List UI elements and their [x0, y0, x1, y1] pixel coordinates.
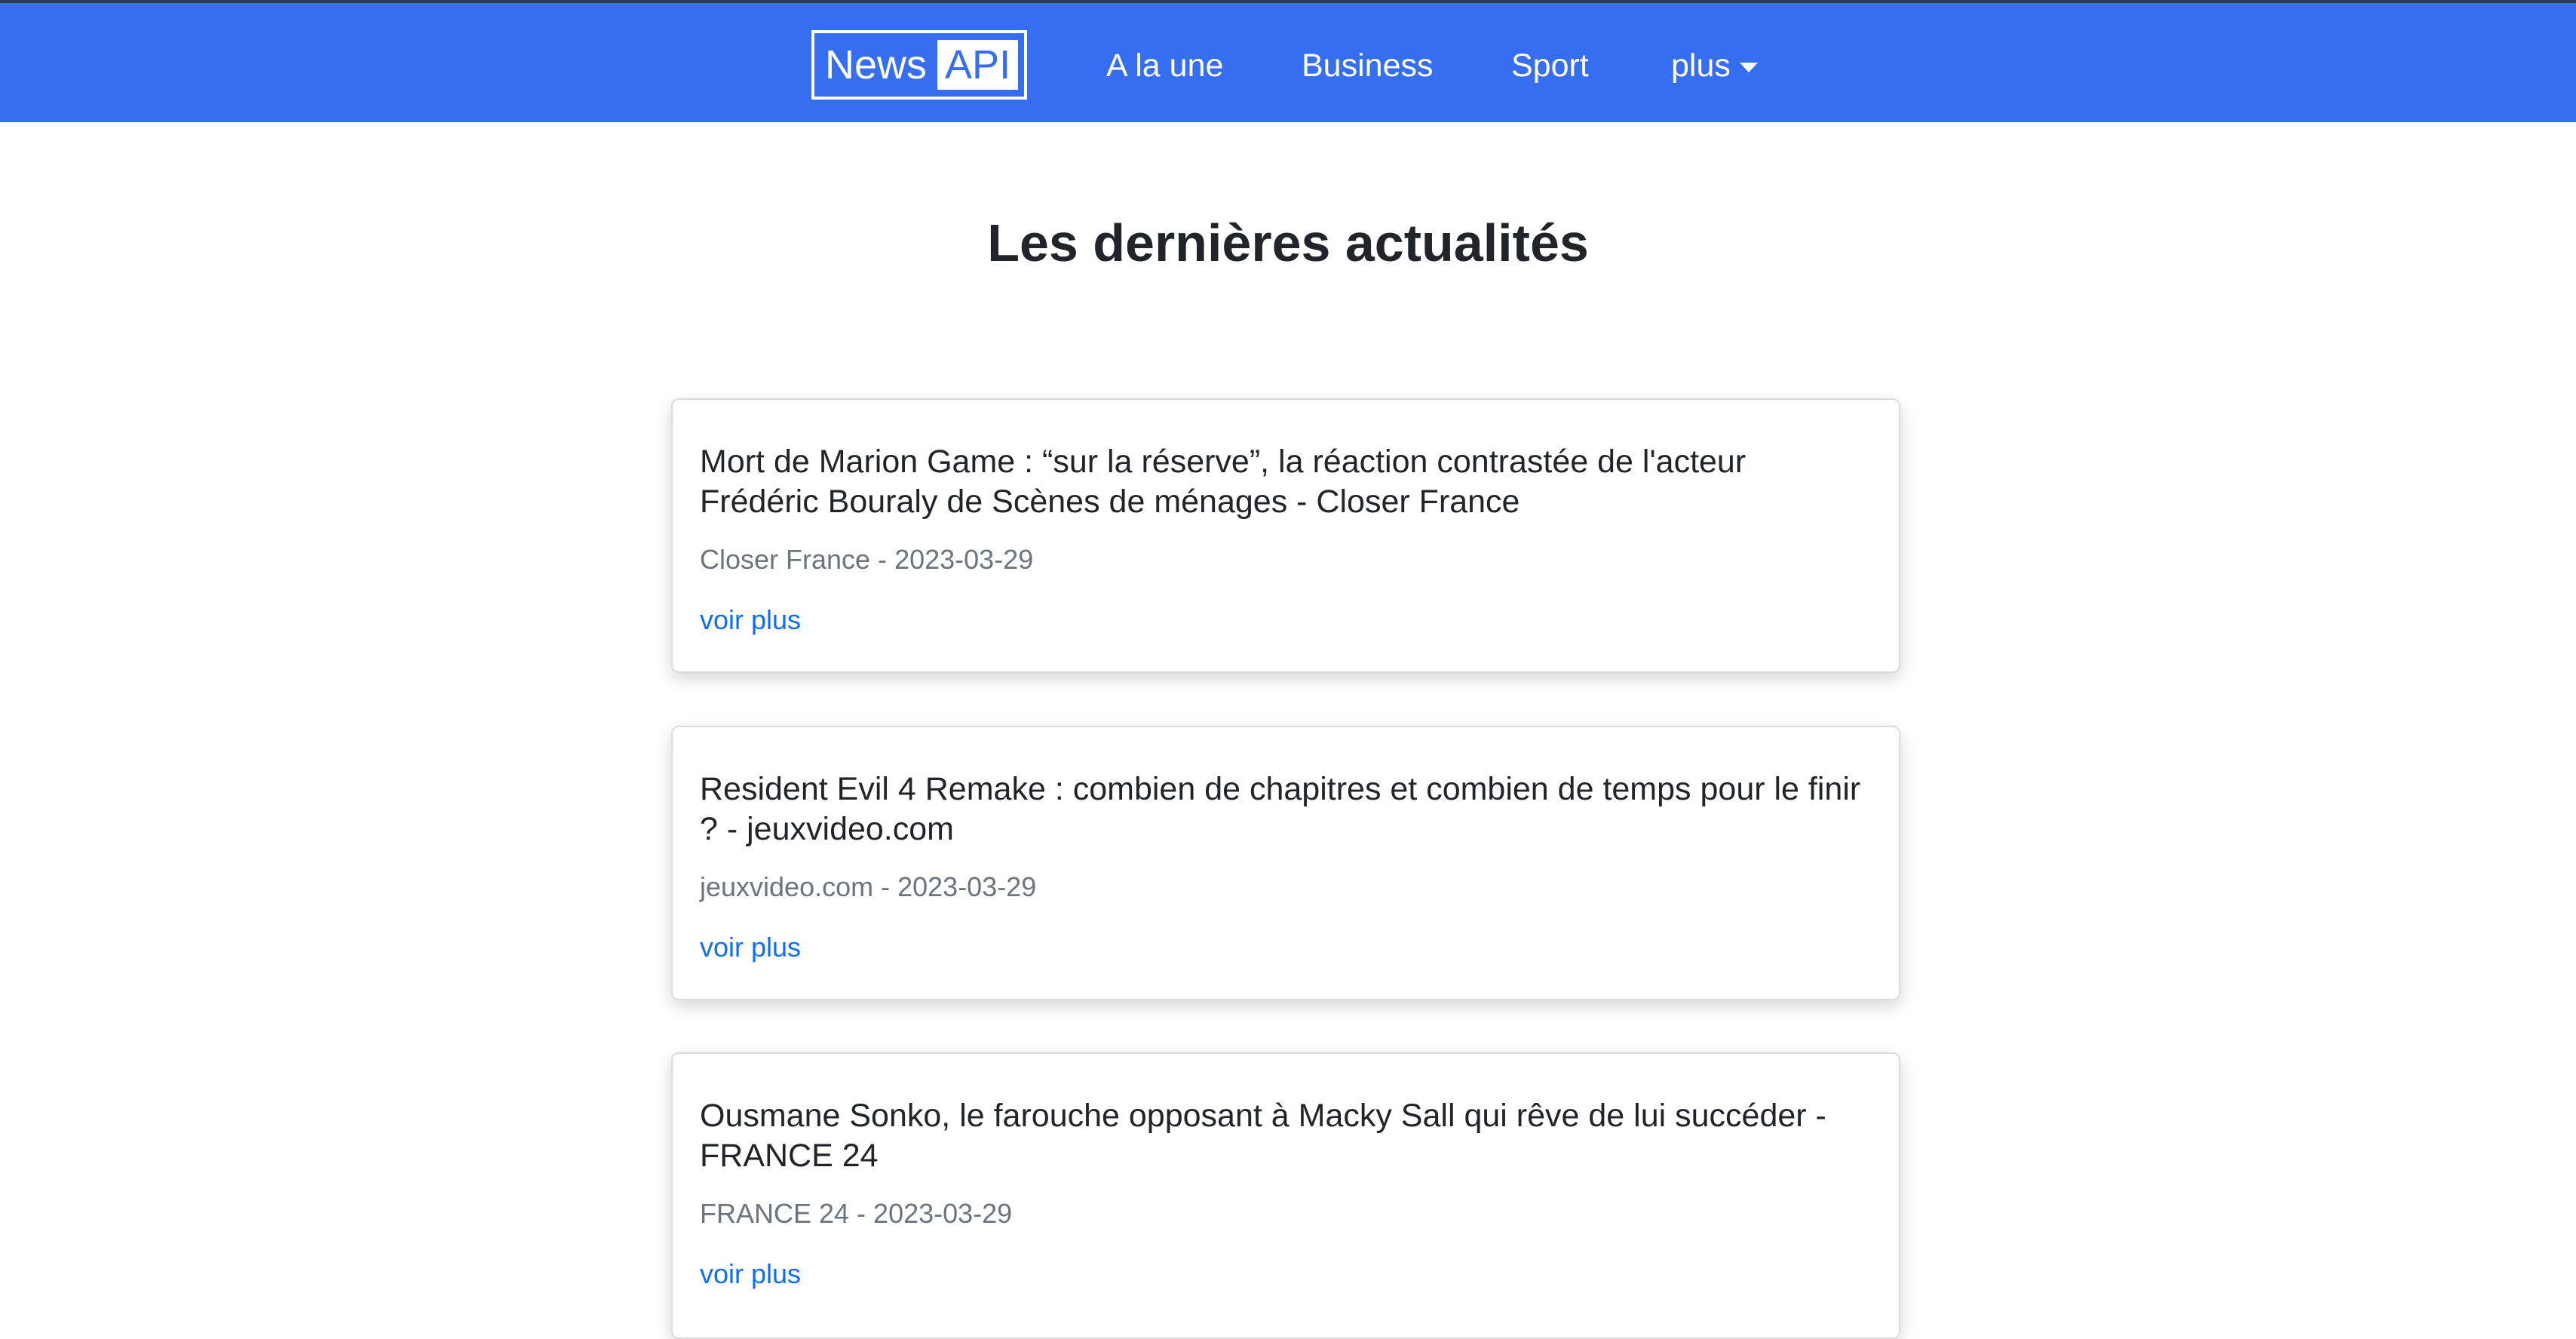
article-read-more-link[interactable]: voir plus — [700, 603, 801, 637]
article-read-more-link[interactable]: voir plus — [700, 931, 801, 964]
article-card: Ousmane Sonko, le farouche opposant à Ma… — [671, 1052, 1900, 1339]
article-card: Mort de Marion Game : “sur la réserve”, … — [671, 398, 1900, 673]
caret-down-icon — [1739, 62, 1758, 72]
nav-dropdown-plus-label: plus — [1671, 48, 1731, 84]
nav-link-sport[interactable]: Sport — [1511, 47, 1589, 84]
article-source-date: jeuxvideo.com - 2023-03-29 — [700, 871, 1037, 902]
nav-link-business[interactable]: Business — [1302, 47, 1433, 84]
top-navbar: News API A la une Business Sport plus — [0, 0, 2576, 122]
brand-api-text: API — [937, 40, 1019, 90]
nav-link-a-la-une[interactable]: A la une — [1106, 47, 1223, 84]
nav-dropdown-plus[interactable]: plus — [1671, 47, 1758, 84]
article-title: Ousmane Sonko, le farouche opposant à Ma… — [700, 1098, 1826, 1174]
article-read-more-link[interactable]: voir plus — [700, 1258, 801, 1291]
article-source-date: Closer France - 2023-03-29 — [700, 544, 1034, 575]
article-source-date: FRANCE 24 - 2023-03-29 — [700, 1198, 1013, 1229]
brand-logo-link[interactable]: News API — [811, 30, 1027, 100]
article-title: Mort de Marion Game : “sur la réserve”, … — [700, 444, 1746, 520]
article-title: Resident Evil 4 Remake : combien de chap… — [700, 771, 1861, 847]
article-card: Resident Evil 4 Remake : combien de chap… — [671, 726, 1900, 1000]
page-title: Les dernières actualités — [987, 213, 1589, 272]
brand-news-text: News — [825, 42, 928, 88]
